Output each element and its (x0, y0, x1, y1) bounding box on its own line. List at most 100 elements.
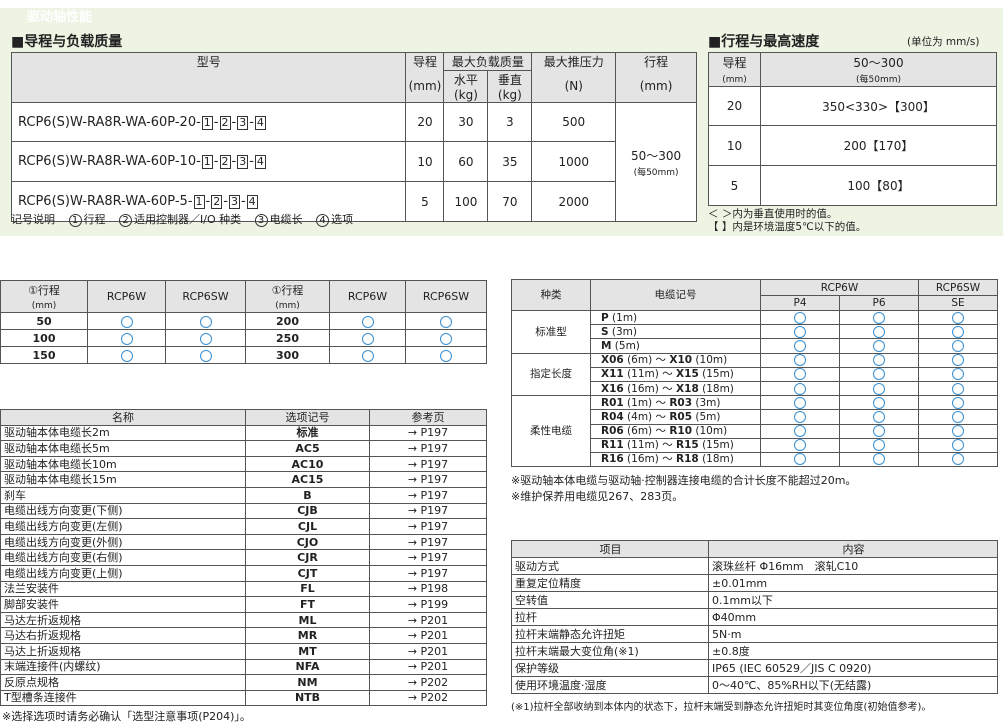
vertical-value: 70 (487, 181, 533, 222)
option-page-link[interactable]: → P197 (369, 533, 487, 551)
lead-value: 10 (405, 141, 445, 182)
option-page-link[interactable]: → P197 (369, 440, 487, 457)
option-name: 电缆出线方向变更(右侧) (0, 549, 246, 566)
spec-content: ±0.01mm (708, 574, 998, 592)
legend-label: 记号说明 (11, 213, 55, 226)
speed-range-header: 50～300 (每50mm) (760, 52, 997, 87)
option-page-link[interactable]: → P201 (369, 627, 487, 644)
option-code: CJT (245, 564, 370, 582)
option-code: AC15 (245, 471, 370, 488)
lead-load-table-sub: 型号 导程 最大负载质量 最大推压力 行程 (mm) 水平(kg) 垂直(kg) (N) (mm… (10, 52, 697, 222)
spec-note: (※1)拉杆全部收纳到本体内的状态下，拉杆末端受到静态允许扭矩时其变位角度(初始… (511, 702, 932, 713)
speed-unit: (单位为 mm/s) (907, 36, 980, 48)
option-code: NTB (245, 689, 370, 707)
lead-unit: (mm) (405, 70, 445, 103)
option-name: 反原点规格 (0, 674, 246, 691)
option-page-link[interactable]: → P201 (369, 658, 487, 676)
spec-content: ±0.8度 (708, 642, 998, 660)
option-name: 刹车 (0, 486, 246, 504)
option-page-link[interactable]: → P198 (369, 580, 487, 598)
p6-header: P6 (839, 295, 919, 311)
available-icon (440, 332, 452, 345)
option-name: 驱动轴本体电缆长5m (0, 440, 246, 457)
spec-item: 拉杆末端最大变位角(※1) (511, 642, 709, 660)
stroke-header: 行程 (615, 52, 697, 71)
p4-header: P4 (760, 295, 840, 311)
speed-value: 200【170】 (760, 125, 997, 166)
spec-content-header: 内容 (708, 540, 998, 558)
option-page-link[interactable]: → P202 (369, 689, 487, 707)
option-name: 电缆出线方向变更(下侧) (0, 502, 246, 520)
available-icon (873, 382, 885, 395)
cable-note-length: ※驱动轴本体电缆与驱动轴·控制器连接电缆的合计长度不能超过20m。 (511, 474, 857, 487)
rcp6sw-header: RCP6SW (165, 280, 246, 313)
spec-item: 使用环境温度·湿度 (511, 676, 709, 694)
horizontal-value: 60 (443, 141, 489, 182)
option-page-link[interactable]: → P201 (369, 642, 487, 660)
option-name: 法兰安装件 (0, 580, 246, 598)
option-page-link[interactable]: → P197 (369, 471, 487, 488)
option-table: 名称 选项记号 参考页 驱动轴本体电缆长2m 标准 → P197 驱动轴本体电缆长5m A… (0, 409, 487, 707)
option-page-link[interactable]: → P197 (369, 549, 487, 566)
option-page-link[interactable]: → P202 (369, 674, 487, 691)
stroke-col-header-2: ①行程 (mm) (245, 280, 330, 313)
available-icon (794, 382, 806, 395)
vertical-value: 3 (487, 102, 533, 142)
option-code: NFA (245, 658, 370, 676)
option-code: FL (245, 580, 370, 598)
option-code: MR (245, 627, 370, 644)
option-page-link[interactable]: → P201 (369, 611, 487, 629)
option-code-header: 选项记号 (245, 409, 370, 426)
available-icon (794, 311, 806, 324)
option-code: CJR (245, 549, 370, 566)
option-page-link[interactable]: → P197 (369, 486, 487, 504)
available-icon (199, 332, 212, 345)
cable-note-maintenance: ※维护保养用电缆见267、283页。 (511, 490, 684, 503)
stroke-value: 50 (0, 312, 88, 330)
spec-item: 驱动方式 (511, 557, 709, 575)
option-page-link[interactable]: → P197 (369, 455, 487, 473)
available-icon (873, 396, 885, 409)
available-icon (952, 410, 964, 423)
stroke-value: 250 (245, 329, 330, 347)
available-icon (440, 349, 452, 362)
rcp6w-header: RCP6W (87, 280, 166, 313)
speed-value: 100【80】 (760, 165, 997, 206)
available-icon (873, 325, 885, 338)
spec-item: 空转值 (511, 591, 709, 609)
option-page-link[interactable]: → P199 (369, 596, 487, 613)
se-header: SE (918, 295, 998, 311)
available-icon (952, 311, 964, 324)
option-page-link[interactable]: → P197 (369, 564, 487, 582)
available-icon (794, 410, 806, 423)
option-code: MT (245, 642, 370, 660)
available-icon (199, 315, 212, 328)
available-icon (952, 325, 964, 338)
available-icon (794, 453, 806, 466)
available-icon (952, 382, 964, 395)
available-icon (361, 315, 374, 328)
available-icon (873, 368, 885, 381)
option-name: 脚部安装件 (0, 596, 246, 613)
cable-code-header: 电缆记号 (590, 279, 761, 311)
option-page-link[interactable]: → P197 (369, 502, 487, 520)
available-icon (794, 425, 806, 438)
lead-load-heading: ■导程与负载质量 (11, 34, 123, 50)
spec-content: 滚珠丝杆 Φ16mm 滚轧C10 (708, 557, 998, 575)
option-code: ML (245, 611, 370, 629)
cable-kind-header: 种类 (511, 279, 591, 311)
available-icon (952, 396, 964, 409)
option-code: NM (245, 674, 370, 691)
option-page-link[interactable]: → P197 (369, 518, 487, 535)
option-code: AC5 (245, 440, 370, 457)
rcp6sw-header: RCP6SW (918, 279, 998, 296)
legend: 记号说明 1 行程 2 适用控制器／I/O 种类 3 电缆长 4 选项 (11, 213, 354, 227)
option-name-header: 名称 (0, 409, 246, 426)
cable-kind: 指定长度 (511, 352, 591, 397)
available-icon (120, 349, 133, 362)
horizontal-header: 水平(kg) (443, 70, 489, 103)
available-icon (952, 425, 964, 438)
available-icon (361, 349, 374, 362)
available-icon (794, 439, 806, 452)
option-page-link[interactable]: → P197 (369, 424, 487, 442)
